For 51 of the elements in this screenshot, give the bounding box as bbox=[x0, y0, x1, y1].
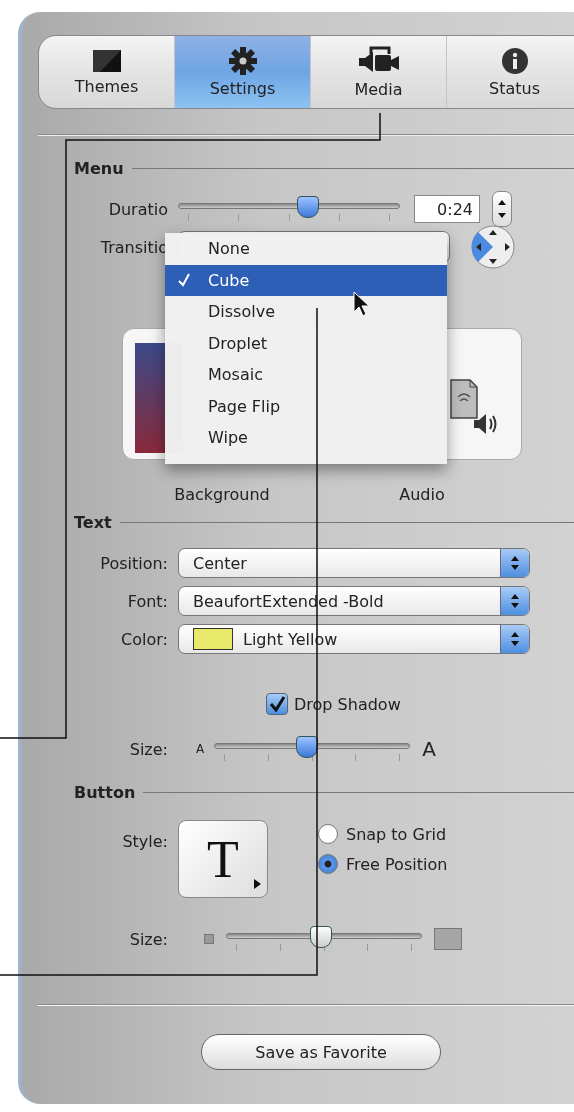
large-letter: A bbox=[422, 737, 436, 761]
triangle-icon bbox=[254, 879, 261, 889]
slider-thumb[interactable] bbox=[296, 736, 319, 758]
menu-item[interactable]: Droplet bbox=[165, 327, 447, 359]
small-letter: A bbox=[196, 742, 205, 756]
speaker-icon[interactable] bbox=[473, 413, 499, 435]
field-label: Font: bbox=[126, 591, 169, 611]
slider-thumb[interactable] bbox=[296, 196, 319, 218]
menu-item[interactable]: Dissolve bbox=[165, 296, 447, 328]
menu-item[interactable]: Wipe bbox=[165, 422, 447, 454]
document-icon bbox=[450, 379, 478, 419]
field-label: Size: bbox=[128, 929, 169, 949]
tab[interactable]: Media bbox=[311, 36, 447, 108]
radio-option[interactable]: Snap to Grid bbox=[318, 824, 448, 844]
pointer-icon bbox=[353, 291, 371, 317]
info-icon bbox=[500, 46, 529, 75]
small-square-icon bbox=[204, 934, 214, 944]
tab[interactable]: Themes bbox=[39, 36, 175, 108]
stepper[interactable] bbox=[492, 191, 512, 227]
menu-item[interactable]: Page Flip bbox=[165, 390, 447, 422]
section-heading: Button bbox=[74, 782, 136, 802]
menu-item[interactable]: Cube bbox=[165, 264, 447, 296]
up-down-arrows-icon bbox=[510, 555, 520, 571]
field-label: Position: bbox=[99, 553, 169, 573]
direction-arrows-icon[interactable] bbox=[470, 224, 516, 270]
up-down-arrows-icon bbox=[510, 631, 520, 647]
section-heading: Menu bbox=[74, 158, 124, 178]
up-down-arrows-icon bbox=[510, 593, 520, 609]
checkbox[interactable] bbox=[266, 693, 288, 715]
field-label: Size: bbox=[128, 739, 169, 759]
well-label: Audio bbox=[399, 485, 445, 504]
menu-item[interactable]: Mosaic bbox=[165, 359, 447, 391]
field-label: Color: bbox=[120, 629, 169, 649]
gear-icon bbox=[228, 46, 257, 75]
time-field[interactable]: 0:24 bbox=[414, 195, 480, 223]
tab[interactable]: Status bbox=[447, 36, 574, 108]
picture-icon bbox=[91, 48, 122, 73]
popup-menu[interactable]: Center bbox=[178, 548, 530, 578]
slider-thumb[interactable] bbox=[310, 926, 333, 948]
well-label: Background bbox=[174, 485, 270, 504]
tab[interactable]: Settings bbox=[175, 36, 311, 108]
text-style-button[interactable]: T bbox=[178, 820, 268, 898]
radio-button[interactable] bbox=[318, 854, 338, 874]
field-label: Style: bbox=[121, 831, 169, 851]
save-as-favorite-button[interactable]: Save as Favorite bbox=[201, 1034, 441, 1070]
check-icon bbox=[177, 272, 191, 287]
radio-option[interactable]: Free Position bbox=[318, 854, 448, 874]
large-square-icon bbox=[434, 928, 462, 950]
field-label: Duratio bbox=[107, 199, 169, 219]
section-heading: Text bbox=[74, 512, 112, 532]
radio-button[interactable] bbox=[318, 824, 338, 844]
